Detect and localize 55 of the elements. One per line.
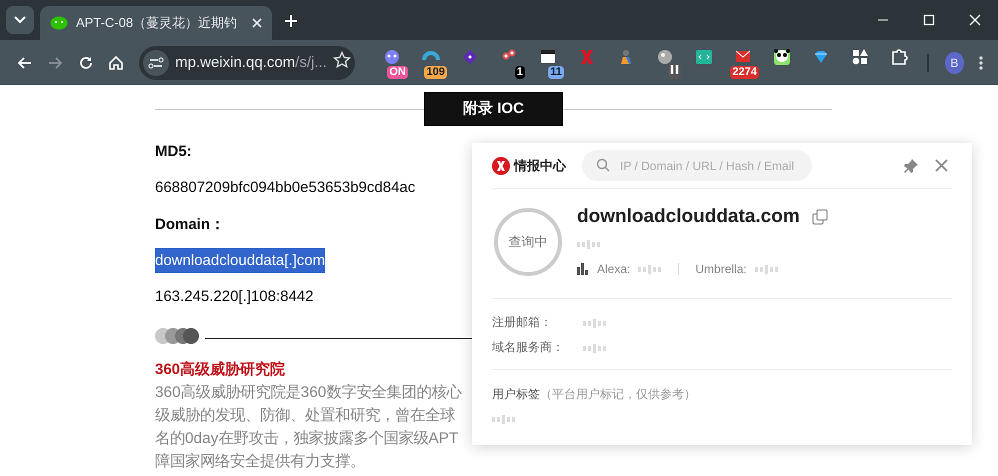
brand-name: 情报中心	[514, 156, 566, 174]
browser-tab[interactable]: APT-C-08（蔓灵花）近期钓	[40, 6, 272, 40]
tags-note: （平台用户标记，仅供参考）	[540, 387, 696, 401]
domain-title: downloadclouddata.com	[577, 206, 800, 228]
loading-icon	[577, 238, 601, 248]
alexa-label: Alexa:	[597, 262, 630, 276]
loading-icon	[583, 342, 607, 352]
globe-icon[interactable]	[656, 48, 674, 66]
calendar-icon[interactable]	[539, 48, 558, 66]
section-heading: 附录 IOC	[424, 92, 563, 126]
copy-icon[interactable]	[812, 208, 828, 224]
badge-count: 2274	[730, 66, 759, 78]
pin-icon[interactable]	[903, 158, 919, 174]
url-text: mp.weixin.qq.com/s/j...	[175, 54, 327, 71]
extensions-icon[interactable]	[890, 48, 908, 66]
site-settings-icon[interactable]	[143, 50, 170, 76]
loading-icon	[583, 318, 607, 328]
paragraph-line: 障国家网络安全提供有力支撑。	[155, 452, 366, 472]
search-icon	[596, 158, 610, 172]
close-tab-icon[interactable]	[252, 16, 262, 30]
badge-count: 1	[514, 66, 525, 78]
tab-list-button[interactable]	[6, 6, 34, 34]
badge-count: ON	[387, 66, 408, 78]
badge-count: 11	[548, 66, 564, 78]
domain-text: downloadclouddata[.]com	[155, 248, 326, 273]
bar-chart-icon	[577, 262, 589, 274]
profile-avatar[interactable]: B	[944, 52, 964, 74]
paragraph-line: 名的0day在野攻击，独家披露多个国家级APT	[155, 429, 460, 449]
loading-icon	[492, 414, 516, 424]
paragraph-line: 级威胁的发现、防御、处置和研究，曾在全球	[155, 406, 456, 426]
chat-bubble-icon	[50, 16, 68, 30]
tags-label: 用户标签	[492, 387, 540, 401]
panda-icon[interactable]	[773, 48, 792, 66]
ip-address: 163.245.220[.]108:8442	[155, 287, 314, 307]
shapes-icon[interactable]	[851, 48, 870, 66]
field-label: 注册邮箱：	[492, 314, 553, 331]
caret-icon	[14, 16, 26, 24]
paragraph-line: 360高级威胁研究院是360数字安全集团的核心	[155, 382, 463, 403]
loading-icon	[638, 264, 662, 274]
ghost-icon[interactable]	[383, 48, 402, 66]
query-status: 查询中	[494, 208, 562, 276]
domain-label: Domain：	[155, 215, 226, 235]
logo-icon	[492, 156, 510, 174]
address-bar[interactable]: mp.weixin.qq.com/s/j...	[139, 46, 355, 80]
md5-label: MD5:	[155, 142, 192, 162]
md5-hash: 668807209bfc094bb0e53653b9cd84ac	[155, 178, 416, 198]
field-label: 域名服务商：	[492, 339, 565, 356]
organization-title: 360高级威胁研究院	[155, 360, 286, 379]
close-icon[interactable]	[935, 159, 948, 172]
code-icon[interactable]	[695, 48, 714, 66]
search-field[interactable]: IP / Domain / URL / Hash / Email	[582, 150, 812, 181]
tab-title: APT-C-08（蔓灵花）近期钓	[76, 14, 238, 32]
badge-count: 109	[424, 66, 447, 78]
loading-icon	[754, 264, 779, 274]
umbrella-label: Umbrella:	[695, 262, 747, 276]
